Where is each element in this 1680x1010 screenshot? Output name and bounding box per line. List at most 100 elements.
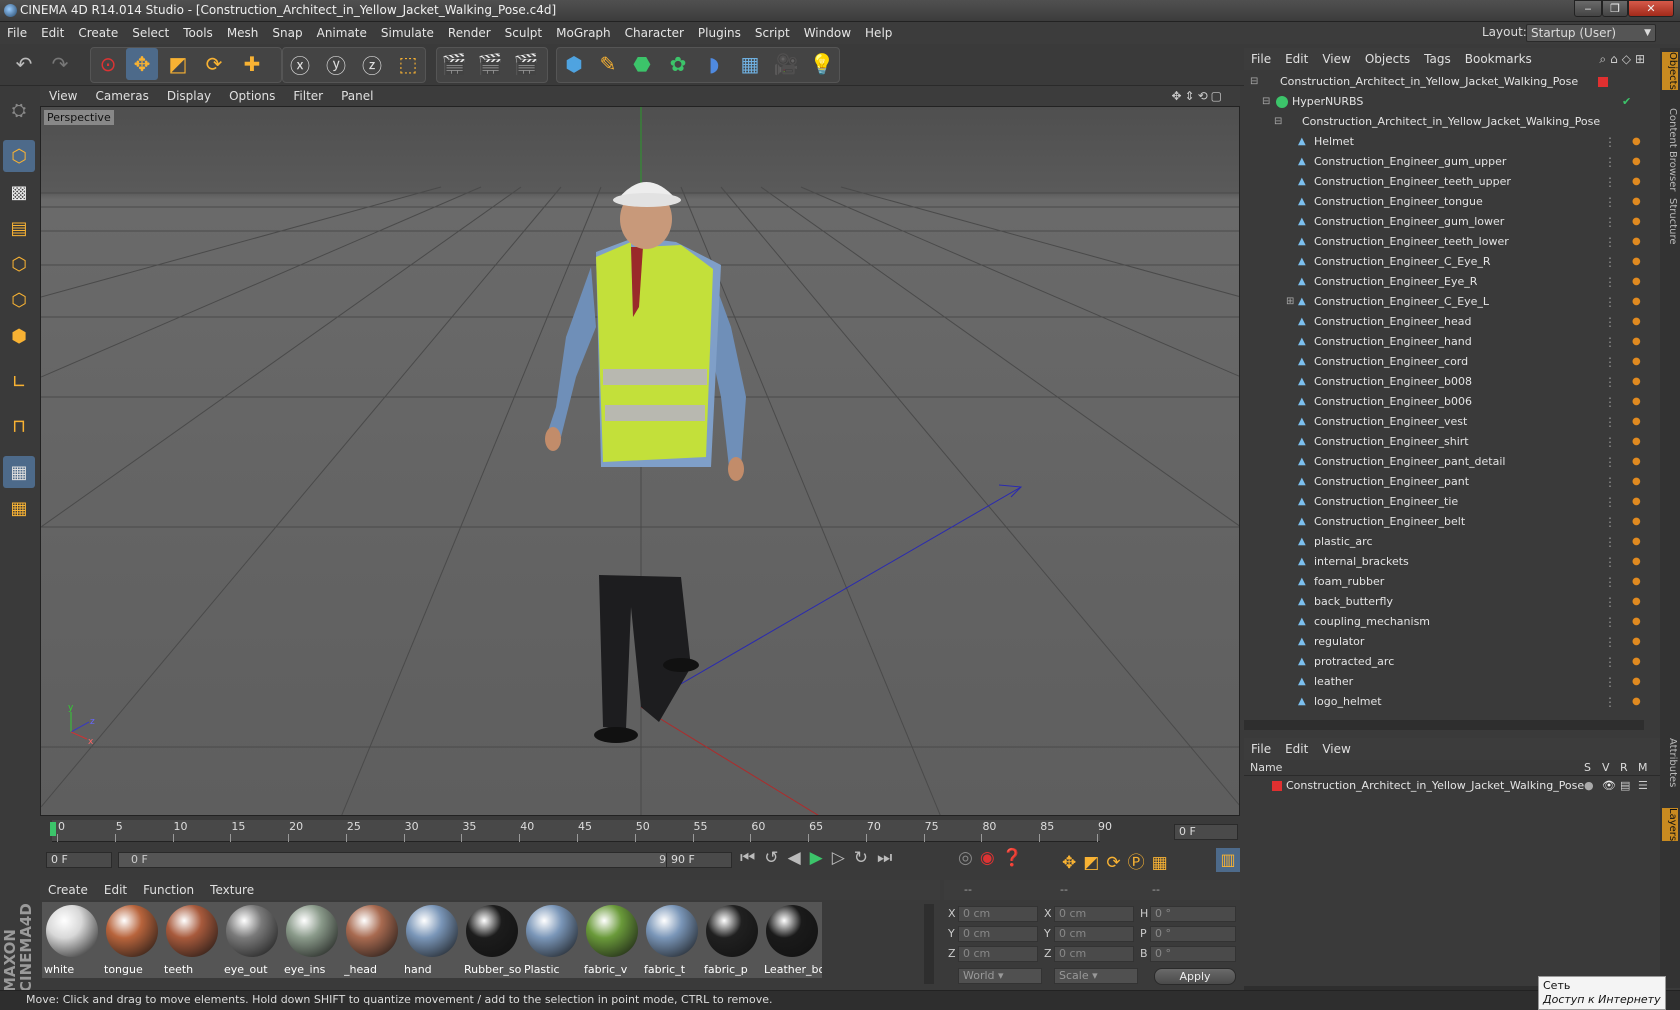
tab-layers[interactable]: Layers [1662,808,1678,842]
visibility-dots-icon[interactable]: ⋮ [1604,252,1616,272]
record-icon[interactable]: ◎ [958,848,980,868]
object-row[interactable]: ▲ Construction_Engineer_tie ⋮ ● [1244,492,1644,512]
object-row[interactable]: ▲ Construction_Engineer_pant_detail ⋮ ● [1244,452,1644,472]
material-thumbnail[interactable]: Rubber_so [462,902,522,978]
playhead-marker[interactable] [50,822,56,836]
object-row[interactable]: ▲ Construction_Engineer_vest ⋮ ● [1244,412,1644,432]
object-row[interactable]: ▲ coupling_mechanism ⋮ ● [1244,612,1644,632]
object-row[interactable]: ▲ Construction_Engineer_shirt ⋮ ● [1244,432,1644,452]
object-row[interactable]: ▲ Construction_Engineer_gum_upper ⋮ ● [1244,152,1644,172]
menu-simulate[interactable]: Simulate [374,22,441,44]
visibility-dots-icon[interactable]: ⋮ [1604,192,1616,212]
key-pla-icon[interactable]: ▦ [1152,853,1175,873]
spline-button[interactable]: ✎ [592,48,624,80]
object-row-hypernurbs[interactable]: ⊟ HyperNURBS ✔ [1244,92,1644,112]
objects-menu-objects[interactable]: Objects [1358,48,1417,70]
locked-workplane-button[interactable]: ▦ [3,492,35,524]
viewport-menu-options[interactable]: Options [220,86,284,106]
rotation-p-field[interactable]: 0 ° [1150,926,1236,942]
collapse-icon[interactable]: ⊟ [1250,72,1258,92]
material-tag-icon[interactable]: ● [1632,612,1641,632]
polygons-mode-button[interactable]: ⬢ [3,320,35,352]
x-axis-lock-button[interactable]: ⓧ [284,48,316,80]
tab-structure[interactable]: Structure [1662,198,1678,245]
object-row[interactable]: ▲ Helmet ⋮ ● [1244,132,1644,152]
visibility-dots-icon[interactable]: ⋮ [1604,212,1616,232]
checkmark-icon[interactable]: ✔ [1622,92,1631,112]
size-mode-select[interactable]: Scale ▾ [1054,968,1138,984]
object-manager-tools[interactable]: ⌕⌂◇⊞ [1592,48,1656,70]
material-menu-texture[interactable]: Texture [202,880,262,900]
material-tag-icon[interactable]: ● [1632,632,1641,652]
visibility-dots-icon[interactable]: ⋮ [1604,172,1616,192]
viewport-menu-filter[interactable]: Filter [284,86,332,106]
visibility-dots-icon[interactable]: ⋮ [1604,312,1616,332]
visibility-dots-icon[interactable]: ⋮ [1604,152,1616,172]
material-tag-icon[interactable]: ● [1632,252,1641,272]
layer-row[interactable]: Construction_Architect_in_Yellow_Jacket_… [1244,776,1648,796]
live-selection-button[interactable]: ⊙ [92,48,124,80]
material-tag-icon[interactable]: ● [1632,452,1641,472]
object-row[interactable]: ▲ Construction_Engineer_b008 ⋮ ● [1244,372,1644,392]
redo-button[interactable]: ↷ [44,48,76,80]
previous-frame-icon[interactable]: ◀ [788,848,810,868]
material-tag-icon[interactable]: ● [1632,572,1641,592]
viewport-nav-icons[interactable]: ✥⇕⟲▢ [1162,86,1234,106]
key-parameter-icon[interactable]: Ⓟ [1128,853,1152,873]
previous-key-icon[interactable]: ↺ [764,848,787,868]
timeline-track[interactable] [52,820,1100,842]
menu-snap[interactable]: Snap [265,22,309,44]
visibility-dots-icon[interactable]: ⋮ [1604,412,1616,432]
visible-eye-icon[interactable]: 👁 [1602,776,1616,796]
object-row[interactable]: ▲ foam_rubber ⋮ ● [1244,572,1644,592]
rotation-b-field[interactable]: 0 ° [1150,946,1236,962]
visibility-dots-icon[interactable]: ⋮ [1604,232,1616,252]
object-row[interactable]: ▲ back_butterfly ⋮ ● [1244,592,1644,612]
autokey-icon[interactable]: ◉ [980,848,1002,868]
manager-toggle-icon[interactable]: ☰ [1638,776,1648,796]
apply-button[interactable]: Apply [1154,968,1236,985]
material-tag-icon[interactable]: ● [1632,532,1641,552]
frame-range-slider[interactable]: 0 F 90 F [118,852,698,868]
timeline-window-button[interactable]: ▥ [1216,848,1240,872]
material-tag-icon[interactable]: ● [1632,212,1641,232]
visibility-dots-icon[interactable]: ⋮ [1604,332,1616,352]
object-row[interactable]: ▲ Construction_Engineer_cord ⋮ ● [1244,352,1644,372]
menu-window[interactable]: Window [797,22,858,44]
floor-button[interactable]: ▦ [734,48,766,80]
visibility-dots-icon[interactable]: ⋮ [1604,352,1616,372]
objects-menu-file[interactable]: File [1244,48,1278,70]
object-row[interactable]: ▲ protracted_arc ⋮ ● [1244,652,1644,672]
visibility-dots-icon[interactable]: ⋮ [1604,472,1616,492]
minimize-button[interactable]: ‒ [1574,0,1602,17]
object-row-group[interactable]: ⊟ Construction_Architect_in_Yellow_Jacke… [1244,112,1644,132]
end-frame-field[interactable]: 90 F [666,852,732,868]
material-tag-icon[interactable]: ● [1632,352,1641,372]
material-menu-function[interactable]: Function [135,880,202,900]
material-tag-icon[interactable]: ● [1632,312,1641,332]
object-row[interactable]: ▲ Construction_Engineer_head ⋮ ● [1244,312,1644,332]
current-frame-field[interactable]: 0 F [1174,824,1238,840]
next-frame-icon[interactable]: ▷ [832,848,854,868]
material-thumbnail[interactable]: eye_ins [282,902,342,978]
menu-edit[interactable]: Edit [34,22,71,44]
nurbs-button[interactable]: ⬣ [626,48,658,80]
material-thumbnail[interactable]: hand [402,902,462,978]
material-menu-create[interactable]: Create [40,880,96,900]
tab-attributes[interactable]: Attributes [1662,738,1678,787]
objects-menu-tags[interactable]: Tags [1417,48,1458,70]
keyframe-selection-icon[interactable]: ❓ [1002,848,1030,868]
material-thumbnail[interactable]: fabric_t [642,902,702,978]
visibility-dots-icon[interactable]: ⋮ [1604,372,1616,392]
objects-menu-view[interactable]: View [1315,48,1357,70]
scale-tool-button[interactable]: ◩ [162,48,194,80]
object-row[interactable]: ▲ Construction_Engineer_tongue ⋮ ● [1244,192,1644,212]
material-thumbnail[interactable]: white [42,902,102,978]
visibility-dots-icon[interactable]: ⋮ [1604,392,1616,412]
viewport-menu-cameras[interactable]: Cameras [86,86,157,106]
workplane-lock-button[interactable]: ▦ [3,456,35,488]
go-to-end-icon[interactable]: ⏭ [877,848,901,868]
object-row[interactable]: ▲ Construction_Engineer_pant ⋮ ● [1244,472,1644,492]
menu-script[interactable]: Script [748,22,797,44]
key-rotation-icon[interactable]: ⟳ [1106,853,1127,873]
